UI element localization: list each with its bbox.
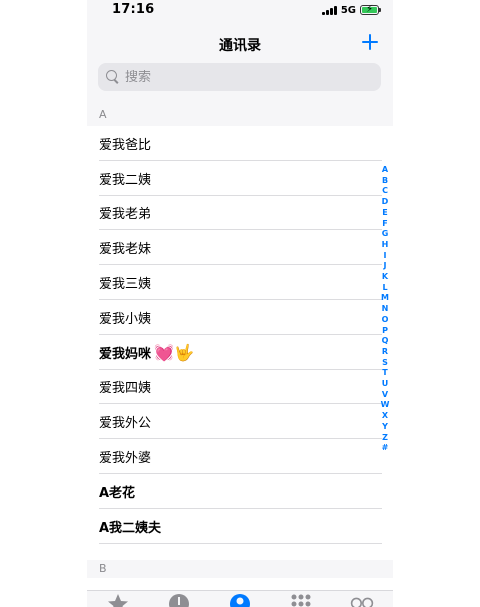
index-letter[interactable]: S	[382, 358, 388, 369]
index-letter[interactable]: H	[382, 240, 389, 251]
section-header-a: A	[87, 106, 393, 124]
contact-name: 爱我爸比	[99, 137, 152, 153]
contact-row[interactable]: A老花	[87, 474, 393, 509]
contact-row[interactable]: 爱我三姨	[87, 265, 393, 300]
tab-bar	[87, 590, 393, 607]
contact-row[interactable]: 爱我四姨	[87, 370, 393, 405]
index-letter[interactable]: G	[382, 229, 389, 240]
index-letter[interactable]: C	[382, 186, 388, 197]
person-icon[interactable]	[228, 591, 252, 607]
index-letter[interactable]: K	[382, 272, 388, 283]
alphabet-index[interactable]: A B C D E F G H I J K L M N O P Q R S T U V W X Y Z #	[379, 165, 391, 454]
index-letter[interactable]: A	[382, 165, 388, 176]
contact-row[interactable]: 爱我小姨	[87, 300, 393, 335]
contact-name: 爱我妈咪	[99, 346, 152, 362]
search-icon	[105, 69, 121, 85]
contacts-screen: 17:16 5G ⚡ 通讯录 A 爱我爸比爱我二姨爱我老弟爱我老妹爱我三姨爱我小…	[87, 0, 393, 607]
index-letter[interactable]: X	[382, 411, 388, 422]
contact-name: A我二姨夫	[99, 520, 162, 536]
index-letter[interactable]: W	[381, 400, 390, 411]
contact-list: 爱我爸比 爱我二姨 爱我老弟 爱我老妹 爱我三姨 爱我小姨 爱我妈咪 💓🤟 爱我四姨 爱我外公 爱我…	[87, 126, 393, 544]
contact-row[interactable]: 爱我爸比	[87, 126, 393, 161]
index-letter[interactable]: Q	[382, 336, 389, 347]
index-letter[interactable]: D	[382, 197, 389, 208]
index-letter[interactable]: T	[382, 368, 387, 379]
status-indicators: 5G ⚡	[321, 3, 381, 17]
index-letter[interactable]: P	[382, 326, 388, 337]
index-letter[interactable]: I	[384, 251, 387, 262]
index-letter[interactable]: O	[382, 315, 389, 326]
battery-icon: ⚡	[360, 4, 381, 15]
keypad-icon[interactable]	[289, 591, 313, 607]
index-letter[interactable]: #	[382, 443, 389, 454]
index-letter[interactable]: J	[384, 261, 387, 272]
index-letter[interactable]: Y	[382, 422, 388, 433]
contact-name: 爱我老妹	[99, 242, 152, 258]
index-letter[interactable]: R	[382, 347, 388, 358]
contact-row[interactable]: A我二姨夫	[87, 509, 393, 544]
index-letter[interactable]: U	[382, 379, 389, 390]
index-letter[interactable]: M	[381, 293, 389, 304]
index-letter[interactable]: Z	[382, 433, 388, 444]
contact-name: 爱我三姨	[99, 277, 152, 293]
index-letter[interactable]: E	[382, 208, 387, 219]
contact-name: 爱我四姨	[99, 381, 152, 397]
contact-name: A老花	[99, 485, 136, 501]
contact-row[interactable]: 爱我外婆	[87, 439, 393, 474]
contact-row[interactable]: 爱我二姨	[87, 161, 393, 196]
contact-name: 爱我外公	[99, 416, 152, 432]
contact-row[interactable]: 爱我妈咪 💓🤟	[87, 335, 393, 370]
contact-name: 爱我小姨	[99, 311, 152, 327]
network-label: 5G	[340, 4, 356, 16]
add-contact-button[interactable]	[359, 31, 381, 53]
contact-name: 爱我外婆	[99, 451, 152, 467]
search-bar[interactable]	[98, 63, 381, 91]
contact-name: 爱我二姨	[99, 172, 152, 188]
contact-row[interactable]: 爱我老弟	[87, 196, 393, 231]
index-letter[interactable]: F	[382, 219, 387, 230]
section-header-b: B	[87, 560, 393, 578]
clock-icon[interactable]	[167, 591, 191, 607]
contact-row[interactable]: 爱我外公	[87, 404, 393, 439]
page-title: 通讯录	[219, 38, 261, 54]
star-icon[interactable]	[106, 591, 130, 607]
index-letter[interactable]: L	[382, 283, 387, 294]
status-time: 17:16	[112, 2, 155, 17]
search-input[interactable]	[125, 69, 365, 85]
index-letter[interactable]: V	[382, 390, 388, 401]
contact-name: 爱我老弟	[99, 207, 152, 223]
signal-icon	[321, 5, 337, 15]
contact-row[interactable]: 爱我老妹	[87, 230, 393, 265]
index-letter[interactable]: N	[382, 304, 389, 315]
emoji-heart-hand-icon: 💓🤟	[154, 342, 194, 362]
voicemail-icon[interactable]	[350, 591, 374, 607]
index-letter[interactable]: B	[382, 176, 388, 187]
